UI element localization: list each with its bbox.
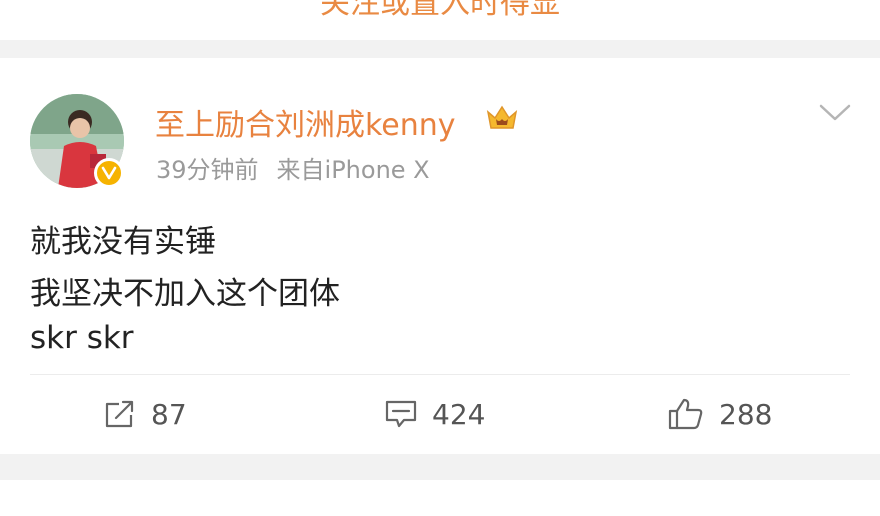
like-count: 288 — [719, 397, 773, 431]
username[interactable]: 至上励合刘洲成kenny — [155, 100, 456, 144]
weibo-post-card: 至上励合刘洲成kenny 39分钟前 来自iPhone X 就我没有实锤 我坚决不… — [0, 58, 880, 454]
post-text-line: 就我没有实锤 — [30, 224, 216, 260]
share-icon — [105, 400, 134, 428]
previous-card-text: 关注或置入时得显 — [320, 0, 560, 21]
previous-card-fragment: 关注或置入时得显 — [0, 0, 880, 40]
comment-button[interactable]: 424 — [384, 394, 485, 434]
repost-count: 87 — [151, 397, 187, 431]
post-text-line: skr skr — [30, 320, 134, 356]
comment-icon — [385, 400, 417, 428]
post-meta: 39分钟前 来自iPhone X — [156, 150, 430, 185]
comment-count: 424 — [432, 397, 486, 431]
divider — [30, 374, 850, 375]
post-source[interactable]: 来自iPhone X — [277, 156, 430, 184]
thumbs-up-icon — [668, 398, 703, 430]
post-time: 39分钟前 — [156, 156, 259, 184]
next-card-fragment — [0, 480, 880, 516]
verified-badge-icon — [94, 158, 124, 188]
like-button[interactable]: 288 — [667, 394, 772, 434]
crown-icon[interactable] — [485, 102, 519, 136]
post-text-line: 我坚决不加入这个团体 — [30, 276, 340, 312]
repost-button[interactable]: 87 — [103, 394, 187, 434]
chevron-down-icon[interactable] — [818, 102, 852, 128]
